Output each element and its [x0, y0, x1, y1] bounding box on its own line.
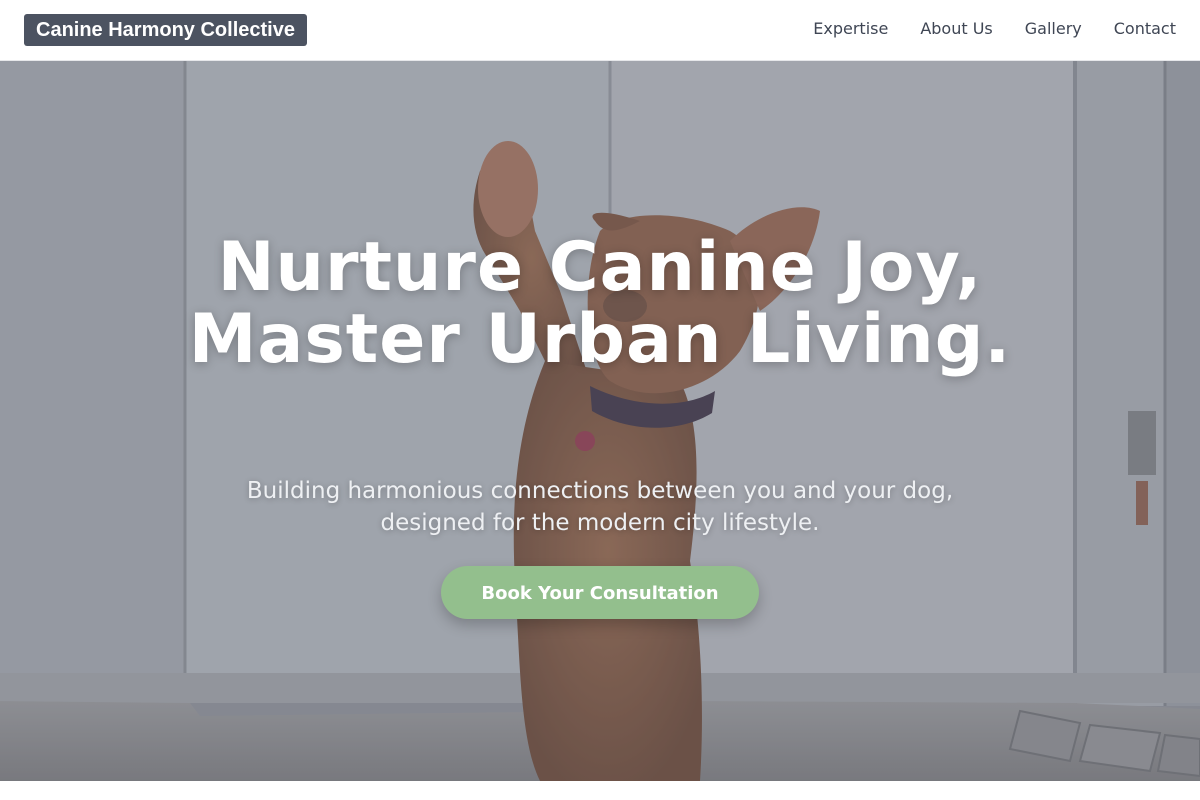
hero-title: Nurture Canine Joy, Master Urban Living. [188, 228, 1012, 379]
hero-section: Nurture Canine Joy, Master Urban Living.… [0, 61, 1200, 781]
page-bottom-strip [0, 781, 1200, 800]
nav-link-about-us[interactable]: About Us [920, 18, 992, 40]
site-header: Canine Harmony Collective Expertise Abou… [0, 0, 1200, 61]
hero-content: Nurture Canine Joy, Master Urban Living.… [0, 61, 1200, 781]
book-consultation-button[interactable]: Book Your Consultation [441, 566, 759, 619]
brand-logo[interactable]: Canine Harmony Collective [24, 14, 307, 46]
nav-link-contact[interactable]: Contact [1114, 18, 1176, 40]
nav-link-gallery[interactable]: Gallery [1025, 18, 1082, 40]
nav-link-expertise[interactable]: Expertise [813, 18, 888, 40]
hero-subtitle: Building harmonious connections between … [246, 478, 954, 536]
main-nav: Expertise About Us Gallery Contact [813, 18, 1176, 40]
